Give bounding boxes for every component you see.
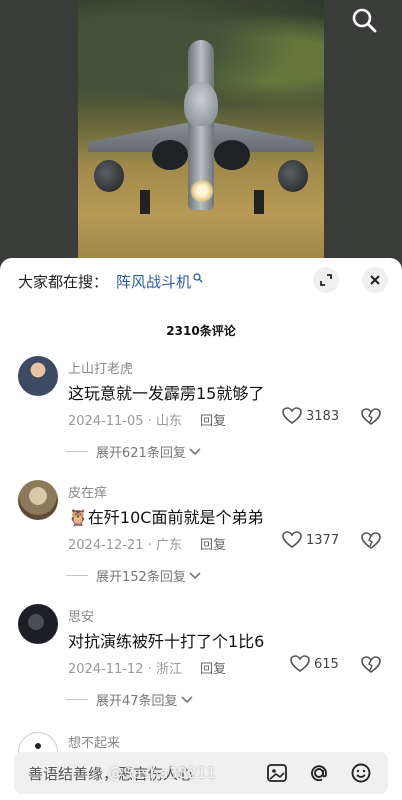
search-small-icon <box>193 273 203 283</box>
expand-replies-label: 展开47条回复 <box>96 694 178 709</box>
dislike-button[interactable] <box>361 532 381 554</box>
search-button[interactable] <box>350 6 378 34</box>
comment-item: 上山打老虎 这玩意就一发霹雳15就够了 2024-11-05 · 山东 回复 3… <box>0 356 402 480</box>
comment-text: 这玩意就一发霹雳15就够了 <box>68 384 265 403</box>
landing-gear-left <box>140 190 150 214</box>
comment-date-location: 2024-11-12 · 浙江 <box>68 662 182 677</box>
search-icon <box>352 8 377 33</box>
dislike-button[interactable] <box>361 656 381 678</box>
chevron-down-icon <box>180 695 193 703</box>
comment-item: 思安 对抗演练被歼十打了个1比6 2024-11-12 · 浙江 回复 615 … <box>0 604 402 728</box>
jet-intake-right <box>214 140 250 170</box>
comment-text: 对抗演练被歼十打了个1比6 <box>68 632 265 651</box>
comment-item: 皮在痒 🦉在歼10C面前就是个弟弟 2024-12-21 · 广东 回复 137… <box>0 480 402 604</box>
comment-input-bar: 善语结善缘，恶言伤人心 <box>14 752 388 794</box>
comment-date-location: 2024-11-05 · 山东 <box>68 414 182 429</box>
divider <box>66 575 88 576</box>
broken-heart-icon <box>361 656 381 673</box>
avatar[interactable] <box>18 604 58 644</box>
trending-search-row: 大家都在搜： 阵风战斗机 <box>18 268 203 294</box>
landing-light <box>190 180 214 202</box>
trending-search-query: 阵风战斗机 <box>116 272 192 291</box>
divider <box>66 451 88 452</box>
like-button[interactable]: 615 <box>290 655 339 673</box>
at-icon <box>311 765 327 782</box>
avatar[interactable] <box>18 480 58 520</box>
comment-username[interactable]: 思安 <box>68 606 94 625</box>
jet-canopy <box>184 82 218 126</box>
close-icon <box>370 275 380 285</box>
expand-replies-button[interactable]: 展开152条回复 <box>66 566 202 585</box>
trending-search-link[interactable]: 阵风战斗机 <box>116 271 203 292</box>
emoji-icon <box>351 763 371 783</box>
like-button[interactable]: 3183 <box>282 407 339 425</box>
heart-icon <box>282 531 302 548</box>
heart-icon <box>290 655 310 672</box>
fuel-tank-right <box>278 160 308 192</box>
broken-heart-icon <box>361 408 381 425</box>
comment-date-location: 2024-12-21 · 广东 <box>68 538 182 553</box>
owl-emoji-icon: 🦉 <box>68 508 88 527</box>
comment-username[interactable]: 想不起来 <box>68 732 120 751</box>
video-frame <box>78 0 324 268</box>
broken-heart-icon <box>361 532 381 549</box>
expand-replies-label: 展开621条回复 <box>96 446 186 461</box>
heart-icon <box>282 407 302 424</box>
expand-sheet-button[interactable] <box>313 267 339 293</box>
comment-username[interactable]: 皮在痒 <box>68 482 107 501</box>
image-button[interactable] <box>262 758 292 788</box>
expand-icon <box>320 274 332 286</box>
divider <box>66 699 88 700</box>
reply-button[interactable]: 回复 <box>200 410 226 429</box>
close-button[interactable] <box>362 267 388 293</box>
mention-button[interactable] <box>304 758 334 788</box>
jet-intake-left <box>152 140 188 170</box>
emoji-button[interactable] <box>346 758 376 788</box>
expand-replies-button[interactable]: 展开47条回复 <box>66 690 194 709</box>
chevron-down-icon <box>189 571 201 579</box>
video-player[interactable] <box>0 0 402 268</box>
image-icon <box>267 764 287 782</box>
dislike-button[interactable] <box>361 408 381 430</box>
like-count: 3183 <box>306 408 340 424</box>
comment-text: 🦉在歼10C面前就是个弟弟 <box>68 504 263 528</box>
comment-text-body: 在歼10C面前就是个弟弟 <box>87 508 264 527</box>
avatar[interactable] <box>18 356 58 396</box>
comment-count-title: 2310条评论 <box>166 324 236 338</box>
expand-replies-button[interactable]: 展开621条回复 <box>66 442 202 461</box>
comment-input[interactable]: 善语结善缘，恶言伤人心 <box>14 763 262 784</box>
expand-replies-label: 展开152条回复 <box>96 570 186 585</box>
comment-username[interactable]: 上山打老虎 <box>68 358 133 377</box>
reply-button[interactable]: 回复 <box>200 658 226 677</box>
comments-sheet: 大家都在搜： 阵风战斗机 2310条评论 上山打老虎 这玩意就一发霹雳15就够了… <box>0 258 402 800</box>
comment-item-partial: 想不起来 <box>0 728 402 772</box>
avatar-dot <box>35 743 41 749</box>
fuel-tank-left <box>94 160 124 192</box>
like-button[interactable]: 1377 <box>282 531 339 549</box>
chevron-down-icon <box>189 447 201 455</box>
like-count: 1377 <box>306 532 340 548</box>
trending-search-prefix: 大家都在搜： <box>18 272 109 291</box>
like-count: 615 <box>314 656 339 672</box>
reply-button[interactable]: 回复 <box>200 534 226 553</box>
landing-gear-right <box>254 190 264 214</box>
